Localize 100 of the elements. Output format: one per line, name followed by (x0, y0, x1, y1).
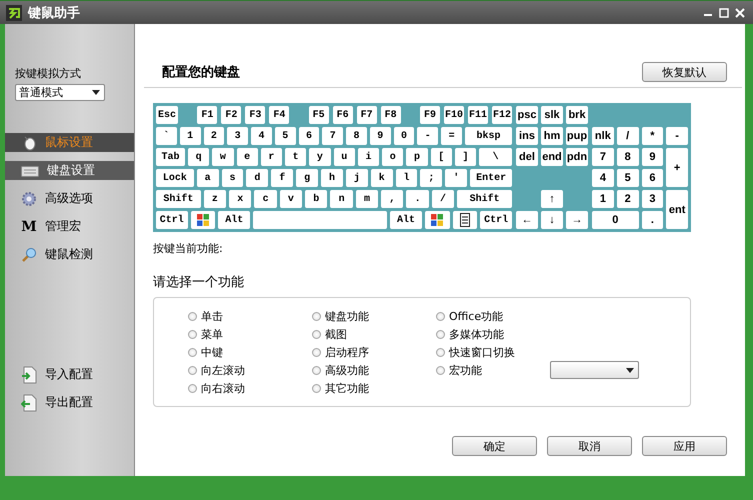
key[interactable]: z (204, 190, 226, 208)
key[interactable]: 1 (592, 190, 614, 208)
key[interactable]: h (321, 169, 343, 187)
key[interactable]: 2 (204, 127, 224, 145)
key[interactable]: Alt (218, 211, 250, 229)
key[interactable]: 7 (592, 148, 614, 166)
key[interactable]: ; (420, 169, 442, 187)
key[interactable]: [ (430, 148, 452, 166)
key[interactable]: F3 (245, 106, 266, 124)
key[interactable]: del (516, 148, 538, 166)
key[interactable]: a (196, 169, 219, 187)
key[interactable]: end (541, 148, 563, 166)
key[interactable]: Shift (457, 190, 512, 208)
radio-button[interactable] (436, 330, 445, 338)
key[interactable]: r (260, 148, 282, 166)
radio-button[interactable] (188, 312, 197, 320)
key[interactable]: m (356, 190, 378, 208)
function-dropdown[interactable] (550, 361, 639, 379)
radio-button[interactable] (312, 366, 321, 374)
sidebar-item[interactable]: 高级选项 (5, 189, 134, 208)
key[interactable]: 0 (394, 127, 414, 145)
key[interactable]: slk (541, 106, 563, 124)
key[interactable]: - (666, 127, 688, 145)
key[interactable]: 6 (298, 127, 320, 145)
key[interactable]: 5 (616, 169, 638, 187)
key[interactable]: j (346, 169, 368, 187)
key[interactable]: 8 (346, 127, 367, 145)
radio-button[interactable] (436, 366, 445, 374)
radio-button[interactable] (312, 384, 321, 392)
key[interactable]: y (309, 148, 331, 166)
key[interactable]: x (229, 190, 252, 208)
key[interactable]: b (305, 190, 328, 208)
key[interactable]: F4 (269, 106, 290, 124)
key[interactable]: u (334, 148, 355, 166)
key[interactable]: Alt (390, 211, 422, 229)
key[interactable]: . (642, 211, 664, 229)
key[interactable]: q (188, 148, 210, 166)
radio-button[interactable] (312, 348, 321, 356)
key[interactable] (452, 211, 478, 229)
key[interactable]: d (246, 169, 268, 187)
key[interactable]: F12 (492, 106, 512, 124)
key[interactable]: Lock (156, 169, 194, 187)
key[interactable]: s (222, 169, 244, 187)
key[interactable]: psc (516, 106, 538, 124)
sidebar-item[interactable]: M 管理宏 (5, 217, 134, 236)
key[interactable]: nlk (592, 127, 614, 145)
key[interactable]: F9 (420, 106, 440, 124)
key[interactable]: t (285, 148, 306, 166)
key[interactable]: 7 (322, 127, 344, 145)
radio-button[interactable] (188, 330, 197, 338)
close-icon[interactable] (735, 8, 745, 18)
key[interactable]: F10 (444, 106, 464, 124)
key[interactable]: e (236, 148, 258, 166)
radio-button[interactable] (436, 348, 445, 356)
maximize-icon[interactable] (719, 8, 729, 18)
key[interactable]: , (381, 190, 404, 208)
key[interactable]: ← (516, 211, 538, 229)
key[interactable]: 8 (616, 148, 638, 166)
key[interactable]: n (330, 190, 353, 208)
dialog-button[interactable]: 确定 (452, 436, 537, 456)
key[interactable]: ins (516, 127, 538, 145)
key[interactable]: - (417, 127, 438, 145)
key[interactable]: 9 (642, 148, 664, 166)
key[interactable]: 5 (274, 127, 296, 145)
key[interactable]: Esc (156, 106, 178, 124)
key[interactable]: c (254, 190, 277, 208)
key[interactable]: / (432, 190, 454, 208)
key[interactable]: Shift (156, 190, 201, 208)
sidebar-item[interactable]: 鼠标设置 (5, 133, 134, 152)
key[interactable]: = (441, 127, 462, 145)
key[interactable]: . (406, 190, 429, 208)
key[interactable]: ] (454, 148, 476, 166)
key[interactable]: F7 (356, 106, 377, 124)
key[interactable]: brk (566, 106, 588, 124)
key[interactable]: + (666, 148, 688, 187)
key[interactable]: / (616, 127, 638, 145)
key[interactable]: ` (156, 127, 177, 145)
key[interactable]: 9 (370, 127, 391, 145)
key[interactable]: F11 (468, 106, 488, 124)
radio-button[interactable] (188, 348, 197, 356)
key[interactable]: 6 (642, 169, 664, 187)
key[interactable]: ↓ (541, 211, 563, 229)
radio-button[interactable] (188, 384, 197, 392)
sidebar-action[interactable]: 导出配置 (5, 393, 134, 412)
key[interactable]: pdn (566, 148, 588, 166)
radio-button[interactable] (312, 330, 321, 338)
key[interactable]: 4 (592, 169, 614, 187)
key[interactable]: g (296, 169, 318, 187)
key[interactable]: ' (445, 169, 468, 187)
key[interactable]: F8 (380, 106, 401, 124)
key[interactable]: hm (541, 127, 563, 145)
key[interactable]: w (212, 148, 234, 166)
sidebar-action[interactable]: 导入配置 (5, 365, 134, 384)
key[interactable]: bksp (464, 127, 512, 145)
restore-defaults-button[interactable]: 恢复默认 (642, 62, 727, 82)
key[interactable]: * (642, 127, 664, 145)
key[interactable]: F2 (221, 106, 242, 124)
key[interactable]: Enter (470, 169, 512, 187)
key[interactable]: 4 (251, 127, 272, 145)
key[interactable]: ent (666, 190, 688, 229)
